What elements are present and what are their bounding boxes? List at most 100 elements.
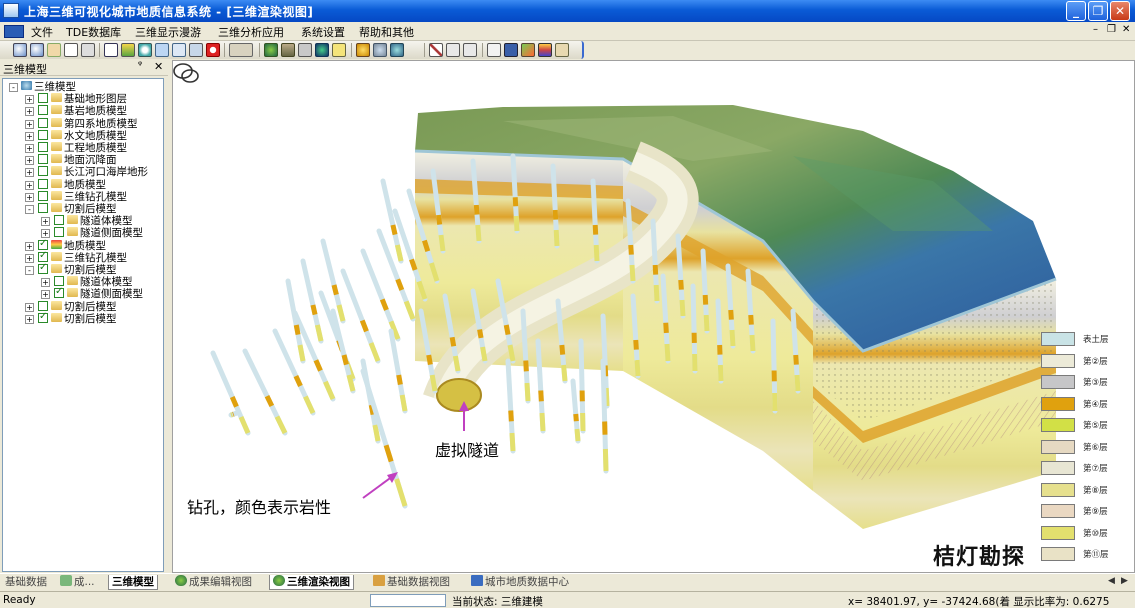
menu-3d-analysis[interactable]: 三维分析应用: [218, 24, 284, 40]
tree-node[interactable]: + 基岩地质模型: [25, 105, 127, 117]
expand-icon[interactable]: +: [25, 192, 34, 202]
expand-icon[interactable]: +: [25, 314, 34, 324]
zoom-in-icon[interactable]: [13, 43, 27, 57]
menu-file[interactable]: 文件: [31, 24, 53, 40]
expand-icon[interactable]: +: [41, 217, 50, 227]
tree-node[interactable]: + 三维钻孔模型: [25, 190, 127, 203]
tree-checkbox[interactable]: [38, 142, 48, 152]
mdi-minimize-button[interactable]: –: [1093, 24, 1098, 35]
tree-node[interactable]: + 地面沉降面: [25, 154, 117, 166]
print-icon[interactable]: [487, 43, 501, 57]
mdi-close-button[interactable]: ✕: [1122, 24, 1130, 35]
expand-icon[interactable]: +: [25, 107, 34, 117]
expand-icon[interactable]: +: [25, 95, 34, 105]
tree-checkbox[interactable]: [38, 93, 48, 104]
tree-checkbox[interactable]: [38, 238, 48, 250]
tab-basic-data-view[interactable]: 基础数据视图: [370, 575, 453, 590]
info-icon[interactable]: [555, 43, 569, 57]
zoom-extent-icon[interactable]: [64, 43, 78, 57]
redo-icon[interactable]: [463, 43, 477, 57]
tree-node[interactable]: - 三维模型: [9, 81, 76, 93]
pin-icon[interactable]: ᵠ: [138, 60, 142, 71]
expand-icon[interactable]: +: [25, 168, 34, 178]
tree-checkbox[interactable]: [38, 105, 48, 116]
expand-icon[interactable]: +: [41, 290, 50, 300]
tree-node[interactable]: + 第四系地质模型: [25, 117, 138, 130]
tree-checkbox[interactable]: [38, 262, 48, 274]
full-view-icon[interactable]: [81, 43, 95, 57]
tree-checkbox[interactable]: [38, 190, 48, 201]
tree-checkbox[interactable]: [38, 203, 48, 213]
target-icon[interactable]: [138, 43, 152, 57]
undo-icon[interactable]: [446, 43, 460, 57]
mdi-restore-button[interactable]: ❐: [1107, 24, 1116, 35]
tree-node[interactable]: + 切割后模型: [25, 311, 117, 325]
tree-checkbox[interactable]: [54, 276, 64, 287]
tree-checkbox[interactable]: [38, 178, 48, 189]
select-rect-icon[interactable]: [104, 43, 118, 57]
pan-hand-icon[interactable]: [47, 43, 61, 57]
minimize-button[interactable]: _: [1066, 1, 1086, 21]
tab-city-geo-data-center[interactable]: 城市地质数据中心: [468, 575, 572, 590]
tree-node[interactable]: + 基础地形图层: [25, 93, 127, 105]
menu-3d-browse[interactable]: 三维显示漫游: [135, 24, 201, 40]
tab-scroll-left-icon[interactable]: ◀: [1108, 576, 1115, 586]
expand-icon[interactable]: +: [25, 302, 34, 312]
expand-icon[interactable]: +: [25, 131, 34, 141]
layer-icon[interactable]: [121, 43, 135, 57]
tree-checkbox[interactable]: [54, 286, 64, 299]
tree-node[interactable]: + 地质模型: [25, 238, 106, 252]
measure-icon[interactable]: [189, 43, 203, 57]
expand-icon[interactable]: +: [25, 241, 34, 251]
model-tree[interactable]: - 三维模型 + 基础地形图层 + 基岩地质模型 + 第四系地质模型 + 水文地质模型 + 工程地质模…: [2, 78, 164, 572]
grid-icon[interactable]: [298, 43, 312, 57]
cloud-icon[interactable]: [172, 43, 186, 57]
menu-system-settings[interactable]: 系统设置: [301, 24, 345, 40]
pencil-icon[interactable]: [429, 43, 443, 57]
tree-checkbox[interactable]: [38, 300, 48, 311]
menu-tde-database[interactable]: TDE数据库: [66, 24, 121, 40]
3d-render-view[interactable]: 虚拟隧道 钻孔，颜色表示岩性 表土层 第②层 第③层 第④层 第⑤层 第⑥层 第⑦层 第⑧层第…: [172, 60, 1135, 573]
collapse-icon[interactable]: -: [25, 266, 34, 275]
tab-3d-render-view[interactable]: 三维渲染视图: [269, 575, 354, 590]
collapse-icon[interactable]: -: [9, 83, 18, 92]
tree-node[interactable]: + 工程地质模型: [25, 142, 127, 154]
tab-scroll-right-icon[interactable]: ▶: [1121, 576, 1128, 586]
expand-icon[interactable]: +: [25, 119, 34, 129]
tree-checkbox[interactable]: [38, 250, 48, 262]
tree-checkbox[interactable]: [38, 166, 48, 177]
tab-3d-model[interactable]: 三维模型: [108, 575, 158, 590]
tree-checkbox[interactable]: [38, 117, 48, 128]
earth-icon[interactable]: [315, 43, 329, 57]
sphere-icon[interactable]: [373, 43, 387, 57]
expand-icon[interactable]: +: [25, 180, 34, 190]
tree-node[interactable]: +隧道侧面模型: [41, 286, 143, 300]
help-icon[interactable]: [332, 43, 346, 57]
menu-help[interactable]: 帮助和其他: [359, 24, 414, 40]
tab-results-edit-view[interactable]: 成果编辑视图: [172, 575, 255, 590]
expand-icon[interactable]: +: [41, 278, 50, 288]
tab-results-short[interactable]: 成...: [57, 575, 98, 590]
expand-icon[interactable]: +: [25, 144, 34, 153]
tree-node[interactable]: + 水文地质模型: [25, 129, 127, 142]
tree-node[interactable]: + 隧道体模型: [41, 215, 133, 227]
close-button[interactable]: ✕: [1110, 1, 1130, 21]
layers-stack-icon[interactable]: [538, 43, 552, 57]
tree-checkbox[interactable]: [54, 215, 64, 226]
wave-icon[interactable]: [155, 43, 169, 57]
collapse-icon[interactable]: -: [25, 205, 34, 214]
globe-icon[interactable]: [264, 43, 278, 57]
tab-basic-data[interactable]: 基础数据: [2, 575, 50, 590]
tools-dropdown-icon[interactable]: [229, 43, 253, 57]
tree-node[interactable]: +隧道侧面模型: [41, 227, 143, 239]
tree-checkbox[interactable]: [38, 154, 48, 165]
brush-icon[interactable]: [521, 43, 535, 57]
color-palette-icon[interactable]: [356, 43, 370, 57]
tree-node[interactable]: + 长江河口海岸地形: [25, 166, 148, 178]
world-icon[interactable]: [390, 43, 404, 57]
panel-close-icon[interactable]: ✕: [154, 60, 163, 73]
stop-icon[interactable]: [206, 43, 220, 57]
tree-checkbox[interactable]: [38, 129, 48, 140]
tree-checkbox[interactable]: [54, 227, 64, 238]
terrain-icon[interactable]: [281, 43, 295, 57]
